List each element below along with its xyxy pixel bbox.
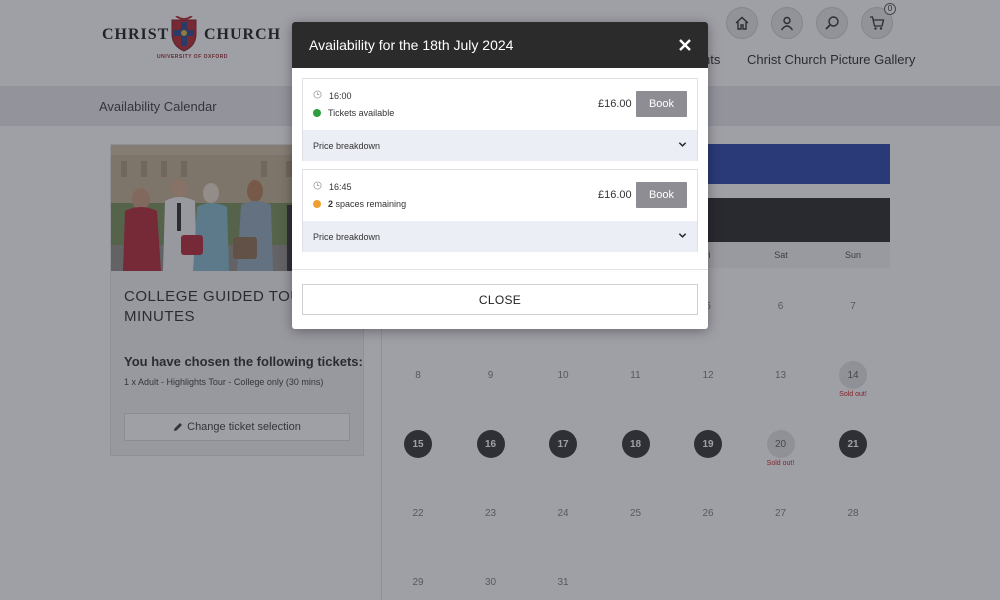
slot-time: 16:45 <box>329 181 352 192</box>
status-dot-icon <box>313 109 321 117</box>
page: CHRIST CHURCH UNIVERSITY OF OXFORD 0 nts <box>0 0 1000 600</box>
book-button[interactable]: Book <box>636 182 687 208</box>
modal-header: Availability for the 18th July 2024 <box>292 22 708 68</box>
book-button[interactable]: Book <box>636 91 687 117</box>
availability-modal: Availability for the 18th July 2024 16:0… <box>292 22 708 329</box>
slot-status: spaces remaining <box>335 199 407 209</box>
clock-icon <box>313 181 322 192</box>
slot-price: £16.00 <box>598 189 632 201</box>
slot-time-row: 16:45 <box>313 181 352 192</box>
close-icon[interactable] <box>676 36 694 54</box>
slot-status-row: 2 spaces remaining <box>313 199 406 209</box>
close-button[interactable]: CLOSE <box>302 284 698 315</box>
spaces-count: 2 <box>328 199 334 209</box>
status-dot-icon <box>313 200 321 208</box>
slot-status: Tickets available <box>328 108 395 118</box>
slot-status-text: 2 spaces remaining <box>328 199 406 209</box>
slot-status-row: Tickets available <box>313 108 394 118</box>
price-breakdown-label: Price breakdown <box>313 141 381 151</box>
slot-time-row: 16:00 <box>313 90 352 101</box>
price-breakdown-toggle[interactable]: Price breakdown <box>303 221 697 252</box>
chevron-down-icon <box>678 142 687 147</box>
time-slot: 16:45 2 spaces remaining £16.00 Book Pri… <box>302 169 698 252</box>
slot-price: £16.00 <box>598 98 632 110</box>
clock-icon <box>313 90 322 101</box>
price-breakdown-label: Price breakdown <box>313 232 381 242</box>
slot-time: 16:00 <box>329 90 352 101</box>
time-slot: 16:00 Tickets available £16.00 Book Pric… <box>302 78 698 161</box>
chevron-down-icon <box>678 233 687 238</box>
price-breakdown-toggle[interactable]: Price breakdown <box>303 130 697 161</box>
modal-divider <box>292 269 708 270</box>
modal-title: Availability for the 18th July 2024 <box>309 37 514 53</box>
